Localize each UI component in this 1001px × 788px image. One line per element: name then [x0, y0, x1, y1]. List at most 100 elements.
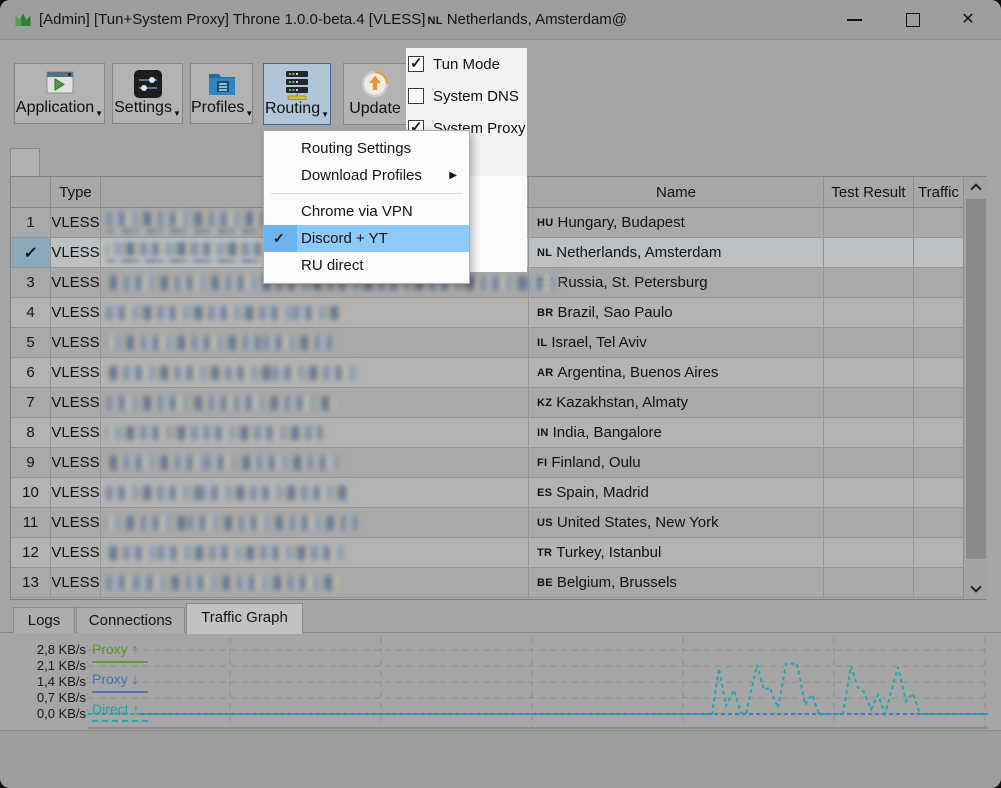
tab-traffic-graph[interactable]: Traffic Graph — [186, 603, 303, 634]
menu-item-routing-settings[interactable]: Routing Settings — [264, 135, 469, 162]
row-address-blurred — [101, 298, 529, 328]
table-row[interactable]: 3VLESS RURussia, St. Petersburg — [11, 268, 963, 298]
table-row[interactable]: 5 VLESS IL Israel, Tel Aviv — [11, 328, 963, 358]
column-header-type[interactable]: Type — [51, 177, 101, 207]
profiles-button[interactable]: Profiles▼ — [190, 63, 253, 124]
row-name: KZ Kazakhstan, Almaty — [529, 388, 824, 418]
tun-mode-label: Tun Mode — [433, 55, 500, 73]
system-dns-checkbox[interactable]: System DNS — [408, 85, 519, 107]
menu-item-download-profiles[interactable]: Download Profiles ▶ — [264, 162, 469, 189]
row-number: 8 — [11, 418, 51, 448]
row-traffic — [914, 328, 963, 358]
legend-direct-up: Direct ↑ — [92, 701, 140, 717]
menu-separator — [271, 193, 462, 194]
column-header-traffic[interactable]: Traffic — [914, 177, 963, 207]
routing-button[interactable]: Routing▼ — [263, 63, 331, 125]
row-type: VLESS — [51, 448, 101, 478]
row-name: TR Turkey, Istanbul — [529, 538, 824, 568]
row-test-result — [824, 538, 914, 568]
legend-proxy-up: Proxy ↑ — [92, 641, 139, 657]
application-icon — [15, 69, 104, 101]
row-test-result — [824, 508, 914, 538]
y-tick-label: 2,8 KB/s — [36, 642, 86, 657]
row-traffic — [914, 298, 963, 328]
menu-item-ru-direct[interactable]: RU direct — [264, 252, 469, 279]
table-row[interactable]: 6 VLESS AR Argentina, Buenos Aires — [11, 358, 963, 388]
submenu-arrow-icon: ▶ — [449, 170, 457, 181]
row-name: IL Israel, Tel Aviv — [529, 328, 824, 358]
popup-shadow-margin — [470, 176, 527, 272]
title-bar[interactable]: [Admin] [Tun+System Proxy] Throne 1.0.0-… — [0, 0, 1001, 40]
table-row[interactable]: 9 VLESS FI Finland, Oulu — [11, 448, 963, 478]
row-name: NL Netherlands, Amsterdam — [529, 238, 824, 268]
y-tick-label: 1,4 KB/s — [36, 674, 86, 689]
row-number: 9 — [11, 448, 51, 478]
scrollbar-thumb[interactable] — [966, 199, 986, 559]
row-number: 4 — [11, 298, 51, 328]
row-type: VLESS — [51, 538, 101, 568]
row-address-blurred — [101, 448, 529, 478]
settings-icon — [113, 69, 182, 101]
table-scrollbar[interactable] — [963, 177, 988, 599]
dropdown-arrow-icon: ▼ — [172, 109, 181, 118]
table-row[interactable]: 10 VLESS ES Spain, Madrid — [11, 478, 963, 508]
row-name: BE Belgium, Brussels — [529, 568, 824, 598]
table-row[interactable]: 11 VLESS US United States, New York — [11, 508, 963, 538]
row-type: VLESS — [51, 568, 101, 598]
menu-item-chrome-via-vpn[interactable]: Chrome via VPN — [264, 198, 469, 225]
row-traffic — [914, 238, 963, 268]
table-row[interactable]: 4 VLESS BR Brazil, Sao Paulo — [11, 298, 963, 328]
maximize-button[interactable] — [893, 0, 933, 40]
row-name: FI Finland, Oulu — [529, 448, 824, 478]
chevron-up-icon — [970, 183, 982, 195]
row-selected-check: ✓ — [11, 238, 51, 268]
column-header-name[interactable]: Name — [529, 177, 824, 207]
tab-logs[interactable]: Logs — [13, 607, 75, 633]
row-traffic — [914, 538, 963, 568]
row-number: 1 — [11, 208, 51, 238]
row-name: RURussia, St. Petersburg — [529, 268, 824, 298]
tun-mode-checkbox[interactable]: ✓ Tun Mode — [408, 53, 500, 75]
row-number: 6 — [11, 358, 51, 388]
row-test-result — [824, 208, 914, 238]
table-corner-button[interactable] — [10, 148, 40, 177]
app-logo-icon — [15, 13, 31, 26]
minimize-button[interactable] — [834, 0, 874, 40]
row-test-result — [824, 328, 914, 358]
update-button[interactable]: Update — [343, 63, 407, 125]
table-row[interactable]: 8 VLESS IN India, Bangalore — [11, 418, 963, 448]
application-button[interactable]: Application▼ — [14, 63, 105, 124]
row-type: VLESS — [51, 418, 101, 448]
scroll-down-button[interactable] — [964, 579, 988, 599]
row-type: VLESS — [51, 238, 101, 268]
row-type: VLESS — [51, 388, 101, 418]
menu-item-discord-yt[interactable]: ✓ Discord + YT — [264, 225, 469, 252]
screenshot-page: [Admin] [Tun+System Proxy] Throne 1.0.0-… — [0, 0, 1001, 788]
table-row[interactable]: 13 VLESS BE Belgium, Brussels — [11, 568, 963, 598]
tab-connections[interactable]: Connections — [76, 607, 185, 633]
row-address-blurred — [101, 538, 529, 568]
y-tick-label: 0,0 KB/s — [36, 706, 86, 721]
table-row[interactable]: 12 VLESS TR Turkey, Istanbul — [11, 538, 963, 568]
row-type: VLESS — [51, 358, 101, 388]
column-header-number[interactable] — [11, 177, 51, 207]
row-number: 7 — [11, 388, 51, 418]
system-dns-label: System DNS — [433, 87, 519, 105]
profiles-folder-icon — [191, 69, 252, 101]
row-type: VLESS — [51, 208, 101, 238]
settings-button[interactable]: Settings▼ — [112, 63, 183, 124]
row-name: ES Spain, Madrid — [529, 478, 824, 508]
row-test-result — [824, 298, 914, 328]
row-traffic — [914, 418, 963, 448]
y-tick-label: 0,7 KB/s — [36, 690, 86, 705]
close-button[interactable]: ✕ — [948, 0, 988, 40]
column-header-test-result[interactable]: Test Result — [824, 177, 914, 207]
row-address-blurred — [101, 418, 529, 448]
window-title: [Admin] [Tun+System Proxy] Throne 1.0.0-… — [39, 11, 628, 28]
row-test-result — [824, 478, 914, 508]
row-test-result — [824, 568, 914, 598]
scroll-up-button[interactable] — [964, 177, 988, 197]
chevron-down-icon — [970, 581, 982, 593]
dropdown-arrow-icon: ▼ — [245, 109, 254, 118]
table-row[interactable]: 7 VLESS KZ Kazakhstan, Almaty — [11, 388, 963, 418]
